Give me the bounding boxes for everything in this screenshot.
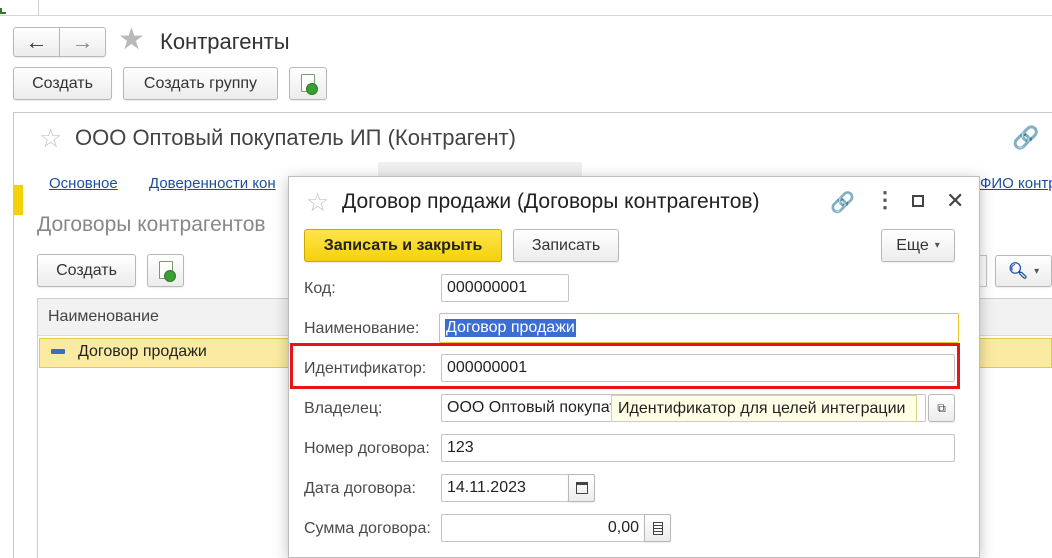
create-button[interactable]: Создать xyxy=(13,67,112,100)
dialog-link-icon[interactable]: 🔗 xyxy=(830,190,855,215)
name-field[interactable]: Договор продажи xyxy=(439,313,959,343)
search-button[interactable]: 🔍︎ ▾ xyxy=(995,255,1052,287)
save-button[interactable]: Записать xyxy=(513,229,619,262)
dialog-more-vertical-icon[interactable]: ⋮ xyxy=(874,187,896,213)
dialog-close-icon[interactable]: ✕ xyxy=(946,188,964,214)
top-strip xyxy=(0,0,1052,16)
partner-link-icon[interactable]: 🔗 xyxy=(1012,125,1039,151)
contracts-create-button[interactable]: Создать xyxy=(37,254,136,287)
row-contract-name: Договор продажи xyxy=(78,343,207,360)
dialog-maximize-icon[interactable] xyxy=(912,195,924,207)
calendar-button[interactable] xyxy=(568,474,595,502)
document-add-icon xyxy=(159,261,176,282)
table-header-name[interactable]: Наименование xyxy=(48,308,159,326)
contract-date-label: Дата договора: xyxy=(304,480,416,497)
calculator-button[interactable] xyxy=(644,514,671,542)
code-field[interactable]: 000000001 xyxy=(441,274,569,302)
row-status-icon xyxy=(51,349,65,354)
chevron-down-icon: ▾ xyxy=(934,240,940,251)
tab-contact-name[interactable]: ФИО контр xyxy=(980,175,1052,192)
contract-number-field[interactable]: 123 xyxy=(441,434,955,462)
table-left-border xyxy=(37,298,38,558)
favorite-star-icon[interactable]: ★ xyxy=(118,22,145,58)
contract-date-field[interactable]: 14.11.2023 xyxy=(441,474,569,502)
open-window-icon: ⧉ xyxy=(937,400,946,415)
create-group-button[interactable]: Создать группу xyxy=(123,67,278,100)
contract-number-label: Номер договора: xyxy=(304,440,430,457)
partner-title: ООО Оптовый покупатель ИП (Контрагент) xyxy=(75,125,517,150)
top-strip-divider xyxy=(38,0,39,16)
dialog-title: Договор продажи (Договоры контрагентов) xyxy=(342,190,760,213)
back-button[interactable]: ← xyxy=(13,27,60,57)
owner-open-button[interactable]: ⧉ xyxy=(928,394,955,422)
partner-favorite-icon[interactable]: ☆ xyxy=(39,122,62,154)
forward-button[interactable]: → xyxy=(59,27,106,57)
partner-left-strip xyxy=(13,185,23,215)
more-label: Еще xyxy=(896,236,929,254)
calendar-icon xyxy=(575,482,588,494)
dialog-favorite-icon[interactable]: ☆ xyxy=(306,186,329,218)
contracts-section-title: Договоры контрагентов xyxy=(37,213,266,236)
document-add-icon xyxy=(301,74,318,95)
save-and-close-button[interactable]: Записать и закрыть xyxy=(304,229,502,262)
add-copy-button[interactable] xyxy=(289,67,327,100)
name-field-selected-text: Договор продажи xyxy=(445,319,576,337)
contracts-add-copy-button[interactable] xyxy=(147,254,184,287)
page-title: Контрагенты xyxy=(160,29,290,54)
contract-sum-value: 0,00 xyxy=(607,519,639,536)
tab-power-of-attorney[interactable]: Доверенности кон xyxy=(149,175,276,192)
code-label: Код: xyxy=(304,280,336,297)
calculator-icon xyxy=(652,521,663,535)
identifier-label: Идентификатор: xyxy=(304,360,427,377)
tab-main[interactable]: Основное xyxy=(49,175,118,192)
name-label: Наименование: xyxy=(304,320,420,337)
contract-sum-label: Сумма договора: xyxy=(304,520,431,537)
forward-arrow-icon: → xyxy=(71,29,94,54)
search-icon: 🔍︎ xyxy=(1007,263,1029,280)
identifier-field[interactable]: 000000001 xyxy=(441,354,955,382)
contract-sum-field[interactable]: 0,00 xyxy=(441,514,645,542)
back-arrow-icon: ← xyxy=(25,29,48,54)
chevron-down-icon: ▾ xyxy=(1034,265,1040,277)
identifier-tooltip: Идентификатор для целей интеграции xyxy=(611,395,917,422)
owner-label: Владелец: xyxy=(304,400,383,417)
top-strip-tab-marker xyxy=(0,8,6,14)
more-button[interactable]: Еще ▾ xyxy=(881,229,955,262)
